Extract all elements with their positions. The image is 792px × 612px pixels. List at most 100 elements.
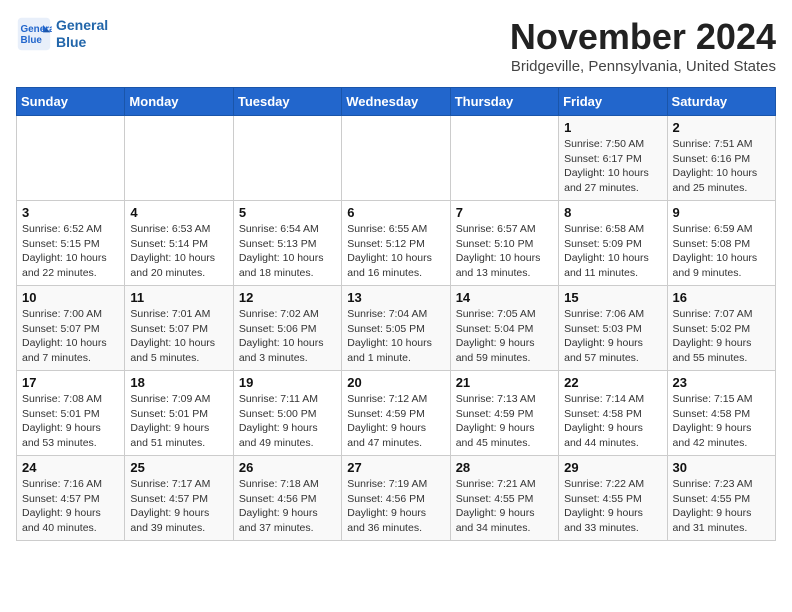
day-number: 7	[456, 205, 553, 220]
calendar-week-row: 24 Sunrise: 7:16 AM Sunset: 4:57 PM Dayli…	[17, 456, 776, 541]
day-info: Sunrise: 7:15 AM Sunset: 4:58 PM Dayligh…	[673, 392, 770, 451]
logo-icon: General Blue	[16, 16, 52, 52]
weekday-header-wednesday: Wednesday	[342, 88, 450, 116]
calendar-cell: 6 Sunrise: 6:55 AM Sunset: 5:12 PM Daylig…	[342, 201, 450, 286]
day-number: 20	[347, 375, 444, 390]
calendar-cell: 8Sunrise: 6:58 AM Sunset: 5:09 PM Daylig…	[559, 201, 667, 286]
calendar-cell: 2Sunrise: 7:51 AM Sunset: 6:16 PM Daylig…	[667, 116, 775, 201]
calendar-week-row: 10 Sunrise: 7:00 AM Sunset: 5:07 PM Dayli…	[17, 286, 776, 371]
day-info: Sunrise: 6:54 AM Sunset: 5:13 PM Dayligh…	[239, 222, 336, 281]
day-info: Sunrise: 7:07 AM Sunset: 5:02 PM Dayligh…	[673, 307, 770, 366]
calendar-cell	[342, 116, 450, 201]
day-number: 17	[22, 375, 119, 390]
day-info: Sunrise: 7:21 AM Sunset: 4:55 PM Dayligh…	[456, 477, 553, 536]
calendar-cell	[233, 116, 341, 201]
calendar-table: SundayMondayTuesdayWednesdayThursdayFrid…	[16, 87, 776, 541]
day-info: Sunrise: 7:22 AM Sunset: 4:55 PM Dayligh…	[564, 477, 661, 536]
day-number: 9	[673, 205, 770, 220]
day-info: Sunrise: 7:23 AM Sunset: 4:55 PM Dayligh…	[673, 477, 770, 536]
day-info: Sunrise: 7:01 AM Sunset: 5:07 PM Dayligh…	[130, 307, 227, 366]
calendar-week-row: 1 Sunrise: 7:50 AM Sunset: 6:17 PM Daylig…	[17, 116, 776, 201]
day-number: 24	[22, 460, 119, 475]
weekday-header-thursday: Thursday	[450, 88, 558, 116]
day-info: Sunrise: 7:19 AM Sunset: 4:56 PM Dayligh…	[347, 477, 444, 536]
location-title: Bridgeville, Pennsylvania, United States	[510, 58, 776, 75]
day-number: 18	[130, 375, 227, 390]
weekday-header-friday: Friday	[559, 88, 667, 116]
day-info: Sunrise: 7:06 AM Sunset: 5:03 PM Dayligh…	[564, 307, 661, 366]
calendar-cell: 10 Sunrise: 7:00 AM Sunset: 5:07 PM Dayli…	[17, 286, 125, 371]
day-info: Sunrise: 7:18 AM Sunset: 4:56 PM Dayligh…	[239, 477, 336, 536]
calendar-cell	[17, 116, 125, 201]
calendar-cell: 29Sunrise: 7:22 AM Sunset: 4:55 PM Dayli…	[559, 456, 667, 541]
calendar-cell: 27Sunrise: 7:19 AM Sunset: 4:56 PM Dayli…	[342, 456, 450, 541]
day-number: 25	[130, 460, 227, 475]
day-number: 1	[564, 120, 661, 135]
calendar-cell: 25 Sunrise: 7:17 AM Sunset: 4:57 PM Dayli…	[125, 456, 233, 541]
weekday-header-saturday: Saturday	[667, 88, 775, 116]
logo-text-line1: General	[56, 17, 108, 34]
calendar-cell: 11 Sunrise: 7:01 AM Sunset: 5:07 PM Dayli…	[125, 286, 233, 371]
day-info: Sunrise: 7:04 AM Sunset: 5:05 PM Dayligh…	[347, 307, 444, 366]
calendar-cell: 21 Sunrise: 7:13 AM Sunset: 4:59 PM Dayli…	[450, 371, 558, 456]
calendar-cell: 15 Sunrise: 7:06 AM Sunset: 5:03 PM Dayli…	[559, 286, 667, 371]
day-number: 22	[564, 375, 661, 390]
day-info: Sunrise: 7:05 AM Sunset: 5:04 PM Dayligh…	[456, 307, 553, 366]
calendar-cell: 3 Sunrise: 6:52 AM Sunset: 5:15 PM Daylig…	[17, 201, 125, 286]
day-info: Sunrise: 7:08 AM Sunset: 5:01 PM Dayligh…	[22, 392, 119, 451]
day-info: Sunrise: 7:17 AM Sunset: 4:57 PM Dayligh…	[130, 477, 227, 536]
day-number: 13	[347, 290, 444, 305]
day-number: 10	[22, 290, 119, 305]
weekday-header-monday: Monday	[125, 88, 233, 116]
calendar-cell: 18 Sunrise: 7:09 AM Sunset: 5:01 PM Dayli…	[125, 371, 233, 456]
calendar-cell: 30 Sunrise: 7:23 AM Sunset: 4:55 PM Dayli…	[667, 456, 775, 541]
weekday-header-tuesday: Tuesday	[233, 88, 341, 116]
calendar-cell: 19 Sunrise: 7:11 AM Sunset: 5:00 PM Dayli…	[233, 371, 341, 456]
calendar-header-row: SundayMondayTuesdayWednesdayThursdayFrid…	[17, 88, 776, 116]
day-number: 4	[130, 205, 227, 220]
logo: General Blue General Blue	[16, 16, 108, 52]
logo-text-line2: Blue	[56, 34, 108, 51]
calendar-cell: 16Sunrise: 7:07 AM Sunset: 5:02 PM Dayli…	[667, 286, 775, 371]
title-section: November 2024 Bridgeville, Pennsylvania,…	[510, 16, 776, 75]
day-info: Sunrise: 7:11 AM Sunset: 5:00 PM Dayligh…	[239, 392, 336, 451]
day-info: Sunrise: 6:52 AM Sunset: 5:15 PM Dayligh…	[22, 222, 119, 281]
day-number: 3	[22, 205, 119, 220]
day-info: Sunrise: 6:59 AM Sunset: 5:08 PM Dayligh…	[673, 222, 770, 281]
calendar-cell: 23 Sunrise: 7:15 AM Sunset: 4:58 PM Dayli…	[667, 371, 775, 456]
calendar-cell: 14Sunrise: 7:05 AM Sunset: 5:04 PM Dayli…	[450, 286, 558, 371]
calendar-cell: 26Sunrise: 7:18 AM Sunset: 4:56 PM Dayli…	[233, 456, 341, 541]
calendar-cell: 13 Sunrise: 7:04 AM Sunset: 5:05 PM Dayli…	[342, 286, 450, 371]
day-info: Sunrise: 7:13 AM Sunset: 4:59 PM Dayligh…	[456, 392, 553, 451]
day-info: Sunrise: 7:12 AM Sunset: 4:59 PM Dayligh…	[347, 392, 444, 451]
calendar-cell	[125, 116, 233, 201]
day-number: 6	[347, 205, 444, 220]
day-number: 21	[456, 375, 553, 390]
calendar-week-row: 17 Sunrise: 7:08 AM Sunset: 5:01 PM Dayli…	[17, 371, 776, 456]
day-number: 19	[239, 375, 336, 390]
calendar-cell: 1 Sunrise: 7:50 AM Sunset: 6:17 PM Daylig…	[559, 116, 667, 201]
day-info: Sunrise: 6:55 AM Sunset: 5:12 PM Dayligh…	[347, 222, 444, 281]
day-number: 11	[130, 290, 227, 305]
calendar-cell: 5Sunrise: 6:54 AM Sunset: 5:13 PM Daylig…	[233, 201, 341, 286]
svg-text:Blue: Blue	[21, 35, 43, 46]
day-number: 30	[673, 460, 770, 475]
day-info: Sunrise: 6:57 AM Sunset: 5:10 PM Dayligh…	[456, 222, 553, 281]
day-info: Sunrise: 7:00 AM Sunset: 5:07 PM Dayligh…	[22, 307, 119, 366]
day-number: 15	[564, 290, 661, 305]
calendar-cell: 24 Sunrise: 7:16 AM Sunset: 4:57 PM Dayli…	[17, 456, 125, 541]
calendar-cell: 7 Sunrise: 6:57 AM Sunset: 5:10 PM Daylig…	[450, 201, 558, 286]
calendar-cell: 12Sunrise: 7:02 AM Sunset: 5:06 PM Dayli…	[233, 286, 341, 371]
day-info: Sunrise: 7:09 AM Sunset: 5:01 PM Dayligh…	[130, 392, 227, 451]
day-info: Sunrise: 7:50 AM Sunset: 6:17 PM Dayligh…	[564, 137, 661, 196]
page-header: General Blue General Blue November 2024 …	[16, 16, 776, 75]
calendar-cell	[450, 116, 558, 201]
day-info: Sunrise: 7:16 AM Sunset: 4:57 PM Dayligh…	[22, 477, 119, 536]
day-number: 23	[673, 375, 770, 390]
calendar-cell: 28Sunrise: 7:21 AM Sunset: 4:55 PM Dayli…	[450, 456, 558, 541]
day-info: Sunrise: 6:53 AM Sunset: 5:14 PM Dayligh…	[130, 222, 227, 281]
day-number: 8	[564, 205, 661, 220]
day-info: Sunrise: 7:51 AM Sunset: 6:16 PM Dayligh…	[673, 137, 770, 196]
calendar-cell: 4 Sunrise: 6:53 AM Sunset: 5:14 PM Daylig…	[125, 201, 233, 286]
month-title: November 2024	[510, 16, 776, 58]
